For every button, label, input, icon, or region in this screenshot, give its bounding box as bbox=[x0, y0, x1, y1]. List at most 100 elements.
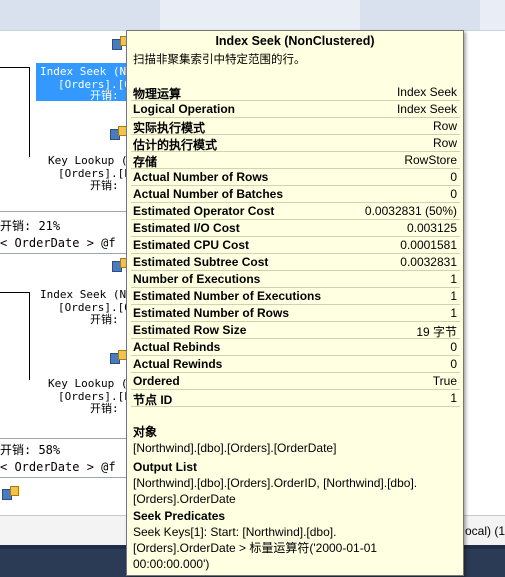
node-label: Index Seek (N bbox=[40, 65, 127, 78]
property-value: 1 bbox=[450, 306, 457, 320]
property-row: Estimated Subtree Cost 0.0032831 bbox=[131, 254, 460, 271]
property-label: 实际执行模式 bbox=[133, 121, 206, 135]
query-where-clause: < OrderDate > @f bbox=[0, 460, 116, 474]
property-row: 节点 ID 1 bbox=[131, 390, 460, 407]
key-lookup-label[interactable]: Key Lookup ( bbox=[48, 377, 127, 390]
index-seek-cost: 开销: bbox=[90, 313, 119, 326]
property-value: 1 bbox=[450, 272, 457, 286]
property-value: Index Seek bbox=[396, 102, 457, 116]
header-strip-segment bbox=[360, 0, 480, 30]
connection-status: ocal) (1 bbox=[464, 524, 505, 538]
plan-divider bbox=[0, 211, 130, 212]
property-label: Estimated I/O Cost bbox=[133, 221, 240, 235]
property-value: RowStore bbox=[404, 153, 457, 167]
property-label: Actual Rewinds bbox=[133, 357, 223, 371]
tooltip-description: 扫描非聚集索引中特定范围的行。 bbox=[133, 54, 306, 66]
property-value: 0 bbox=[450, 187, 457, 201]
property-row: Actual Rebinds 0 bbox=[131, 339, 460, 356]
object-section: 对象 [Northwind].[dbo].[Orders].[OrderDate… bbox=[133, 424, 459, 456]
property-row: Estimated I/O Cost 0.003125 bbox=[131, 220, 460, 237]
seek-predicates-line: [Orders].OrderDate > 标量运算符('2000-01-01 bbox=[133, 541, 378, 555]
property-row: Actual Number of Rows 0 bbox=[131, 169, 460, 186]
plan-connector bbox=[29, 67, 30, 157]
index-seek-node-selected[interactable]: Index Seek (N [Orders].[O 开销: bbox=[36, 63, 131, 102]
property-value: 0 bbox=[450, 170, 457, 184]
seek-predicates-line: 00:00:00.000') bbox=[133, 557, 210, 571]
property-value: 0.0032831 (50%) bbox=[364, 204, 457, 218]
property-row: 实际执行模式 Row bbox=[131, 118, 460, 135]
property-row: Logical Operation Index Seek bbox=[131, 101, 460, 118]
property-label: Estimated Row Size bbox=[133, 323, 247, 337]
property-row: Actual Number of Batches 0 bbox=[131, 186, 460, 203]
plan-header-strip bbox=[0, 0, 505, 31]
plan-connector bbox=[0, 292, 30, 293]
property-label: 估计的执行模式 bbox=[133, 138, 218, 152]
property-row: Estimated Number of Executions 1 bbox=[131, 288, 460, 305]
property-label: 节点 ID bbox=[133, 393, 173, 407]
property-list: 物理运算 Index Seek Logical Operation Index See… bbox=[131, 84, 460, 407]
property-value: 0.003125 bbox=[406, 221, 457, 235]
property-value: True bbox=[432, 374, 457, 388]
property-value: 0 bbox=[450, 340, 457, 354]
property-value: 0.0032831 bbox=[400, 255, 457, 269]
select-operator-icon[interactable] bbox=[2, 486, 19, 500]
output-list-section: Output List [Northwind].[dbo].[Orders].O… bbox=[133, 459, 459, 507]
property-row: Number of Executions 1 bbox=[131, 271, 460, 288]
property-row: 估计的执行模式 Row bbox=[131, 135, 460, 152]
tooltip-title: Index Seek (NonClustered) bbox=[215, 34, 375, 48]
property-label: Ordered bbox=[133, 374, 180, 388]
property-row: 物理运算 Index Seek bbox=[131, 84, 460, 101]
query-cost-label: 开销: 21% bbox=[0, 219, 61, 233]
output-list-line: [Orders].OrderDate bbox=[133, 492, 236, 506]
node-cost: 开销: bbox=[90, 89, 119, 102]
key-lookup-cost: 开销: bbox=[90, 179, 119, 192]
seek-predicates-heading: Seek Predicates bbox=[133, 509, 226, 523]
property-value: 1 bbox=[450, 289, 457, 303]
key-lookup-icon[interactable] bbox=[110, 126, 127, 140]
key-lookup-icon[interactable] bbox=[110, 350, 127, 364]
index-seek-label[interactable]: Index Seek (N bbox=[40, 288, 126, 301]
property-label: Logical Operation bbox=[133, 102, 236, 116]
header-strip-segment bbox=[0, 0, 160, 30]
property-row: Ordered True bbox=[131, 373, 460, 390]
property-label: 存储 bbox=[133, 155, 158, 169]
property-value: 19 字节 bbox=[416, 325, 457, 339]
property-label: 物理运算 bbox=[133, 87, 182, 101]
property-label: Estimated CPU Cost bbox=[133, 238, 250, 252]
output-list-heading: Output List bbox=[133, 460, 197, 474]
property-row: Estimated Row Size 19 字节 bbox=[131, 322, 460, 339]
property-row: Estimated CPU Cost 0.0001581 bbox=[131, 237, 460, 254]
property-value: 1 bbox=[450, 391, 457, 405]
property-label: Number of Executions bbox=[133, 272, 261, 286]
property-row: Actual Rewinds 0 bbox=[131, 356, 460, 373]
seek-predicates-section: Seek Predicates Seek Keys[1]: Start: [No… bbox=[133, 508, 459, 572]
plan-connector bbox=[0, 67, 30, 68]
object-text: [Northwind].[dbo].[Orders].[OrderDate] bbox=[133, 441, 337, 455]
object-heading: 对象 bbox=[133, 425, 158, 439]
seek-predicates-line: Seek Keys[1]: Start: [Northwind].[dbo]. bbox=[133, 525, 337, 539]
property-label: Actual Number of Batches bbox=[133, 187, 284, 201]
key-lookup-label[interactable]: Key Lookup ( bbox=[48, 154, 127, 167]
property-value: Row bbox=[432, 119, 457, 133]
operator-tooltip: Index Seek (NonClustered) 扫描非聚集索引中特定范围的行… bbox=[126, 30, 464, 576]
property-label: Actual Number of Rows bbox=[133, 170, 269, 184]
property-value: Row bbox=[432, 136, 457, 150]
plan-divider bbox=[0, 477, 130, 478]
property-value: 0 bbox=[450, 357, 457, 371]
output-list-line: [Northwind].[dbo].[Orders].OrderID, [Nor… bbox=[133, 476, 418, 490]
property-row: Estimated Number of Rows 1 bbox=[131, 305, 460, 322]
property-label: Estimated Operator Cost bbox=[133, 204, 275, 218]
query-where-clause: < OrderDate > @f bbox=[0, 236, 116, 250]
property-value: Index Seek bbox=[396, 85, 457, 99]
plan-connector bbox=[29, 292, 30, 380]
property-row: 存储 RowStore bbox=[131, 152, 460, 169]
query-cost-label: 开销: 58% bbox=[0, 443, 61, 457]
property-label: Estimated Number of Executions bbox=[133, 289, 322, 303]
property-label: Estimated Number of Rows bbox=[133, 306, 290, 320]
property-value: 0.0001581 bbox=[400, 238, 457, 252]
key-lookup-cost: 开销: bbox=[90, 402, 119, 415]
property-label: Actual Rebinds bbox=[133, 340, 221, 354]
plan-divider bbox=[0, 438, 130, 439]
plan-divider bbox=[0, 253, 130, 254]
property-row: Estimated Operator Cost 0.0032831 (50%) bbox=[131, 203, 460, 220]
